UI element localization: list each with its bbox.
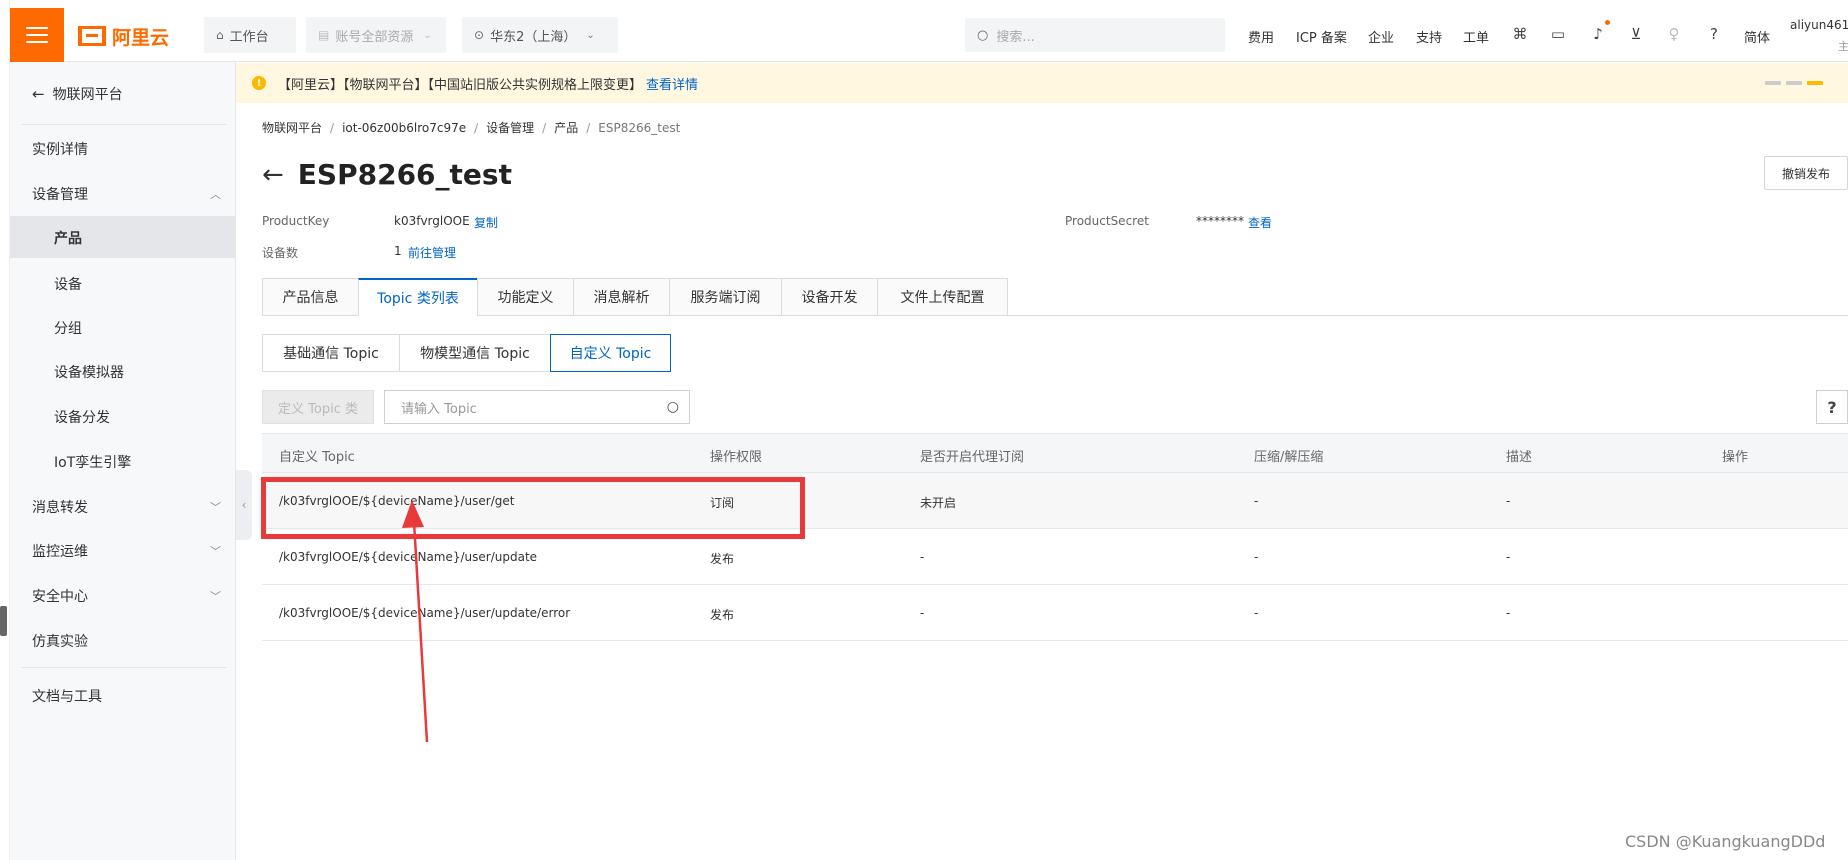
csdn-watermark: CSDN @KuangkuangDDd: [1625, 832, 1826, 851]
annotation-arrow: [402, 500, 429, 743]
console-page: 阿里云 ⌂ 工作台 ▤ 账号全部资源 ⌄ ⊙ 华东2（上海） ⌄ ○ 搜索...…: [0, 0, 1848, 860]
tab-topic-list[interactable]: Topic 类列表: [358, 278, 477, 316]
subtab-custom-topic[interactable]: 自定义 Topic: [550, 334, 671, 372]
